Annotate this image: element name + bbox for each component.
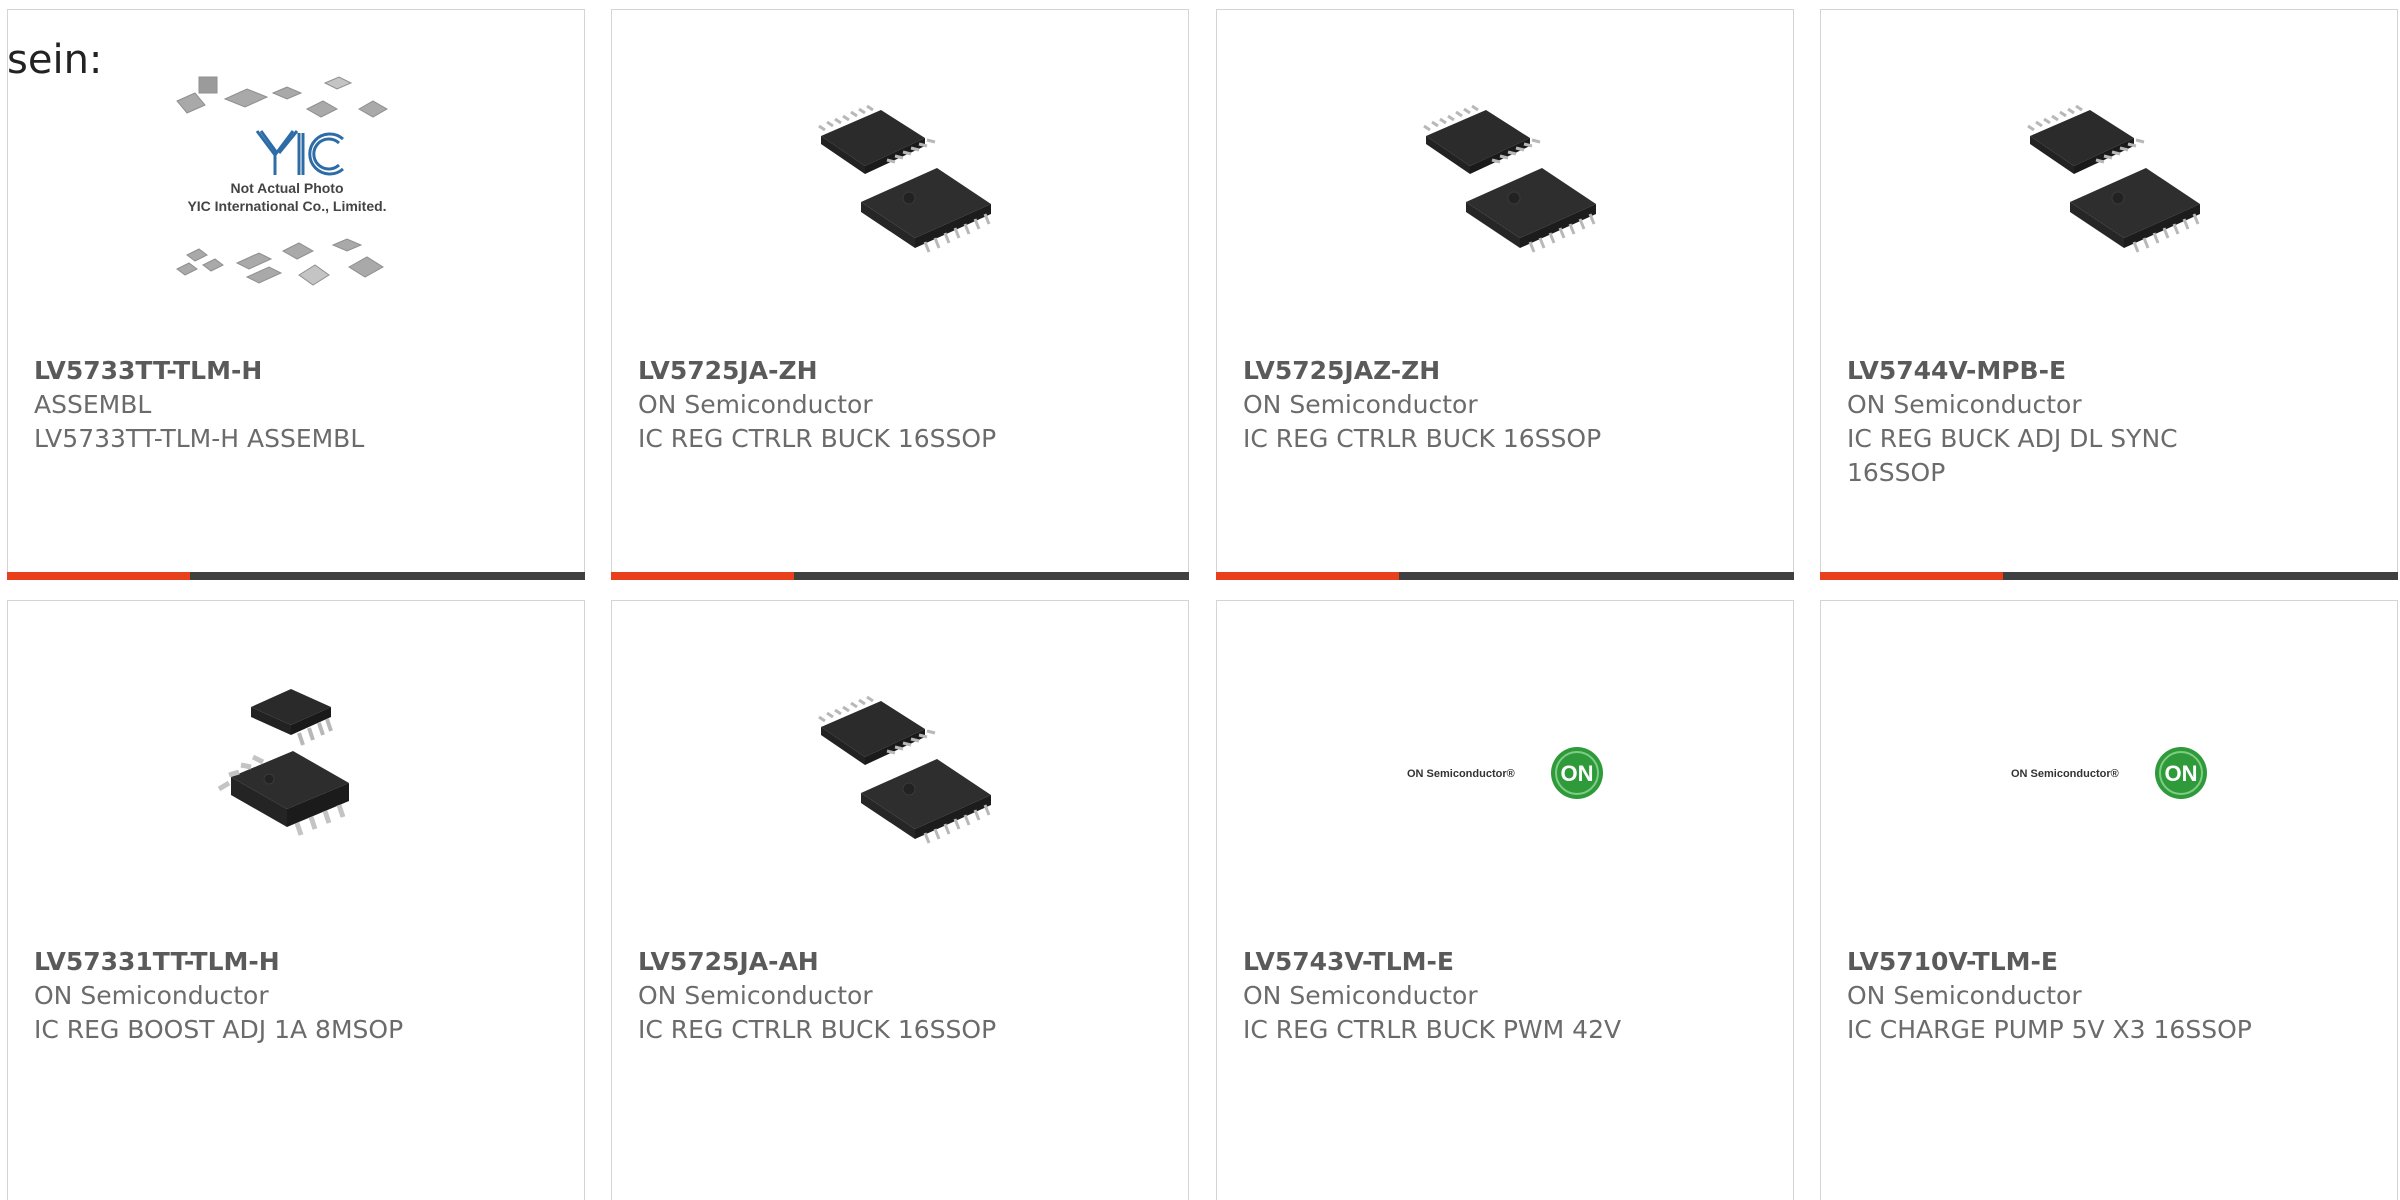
product-image-ssop16[interactable] bbox=[2010, 80, 2210, 280]
product-info: LV5743V-TLM-E ON Semiconductor IC REG CT… bbox=[1243, 945, 1773, 1047]
manufacturer-name: ON Semiconductor bbox=[638, 981, 873, 1010]
svg-text:Not Actual Photo: Not Actual Photo bbox=[230, 180, 343, 196]
svg-text:ON: ON bbox=[2165, 761, 2198, 786]
product-description: IC REG CTRLR BUCK PWM 42V bbox=[1243, 1015, 1622, 1044]
product-card[interactable]: LV5744V-MPB-E ON Semiconductor IC REG BU… bbox=[1820, 9, 2398, 580]
product-image-ssop16[interactable] bbox=[801, 80, 1001, 280]
product-info: LV5725JA-AH ON Semiconductor IC REG CTRL… bbox=[638, 945, 1168, 1047]
part-number-link[interactable]: LV5743V-TLM-E bbox=[1243, 945, 1773, 979]
product-card[interactable]: LV5725JA-ZH ON Semiconductor IC REG CTRL… bbox=[611, 9, 1189, 580]
product-info: LV5725JA-ZH ON Semiconductor IC REG CTRL… bbox=[638, 354, 1168, 456]
product-info: LV5744V-MPB-E ON Semiconductor IC REG BU… bbox=[1847, 354, 2377, 490]
product-description: IC REG CTRLR BUCK 16SSOP bbox=[1243, 424, 1602, 453]
product-card[interactable]: Not Actual Photo YIC International Co., … bbox=[7, 9, 585, 580]
part-number-link[interactable]: LV5744V-MPB-E bbox=[1847, 354, 2377, 388]
product-info: LV5733TT-TLM-H ASSEMBL LV5733TT-TLM-H AS… bbox=[34, 354, 564, 456]
product-card[interactable]: LV5725JAZ-ZH ON Semiconductor IC REG CTR… bbox=[1216, 9, 1794, 580]
on-semiconductor-logo-image[interactable]: ON Semiconductor® ON bbox=[2007, 671, 2227, 871]
product-image-ssop16[interactable] bbox=[1406, 80, 1606, 280]
manufacturer-name: ASSEMBL bbox=[34, 390, 152, 419]
product-card[interactable]: ON Semiconductor® ON LV5710V-TLM-E ON Se… bbox=[1820, 600, 2398, 1200]
part-number-link[interactable]: LV57331TT-TLM-H bbox=[34, 945, 564, 979]
on-semiconductor-logo-image[interactable]: ON Semiconductor® ON bbox=[1403, 671, 1623, 871]
part-number-link[interactable]: LV5733TT-TLM-H bbox=[34, 354, 564, 388]
manufacturer-name: ON Semiconductor bbox=[1847, 981, 2082, 1010]
product-description: IC REG BUCK ADJ DL SYNC 16SSOP bbox=[1847, 424, 2178, 487]
product-description: IC REG BOOST ADJ 1A 8MSOP bbox=[34, 1015, 404, 1044]
product-card[interactable]: ON Semiconductor® ON LV5743V-TLM-E ON Se… bbox=[1216, 600, 1794, 1200]
manufacturer-name: ON Semiconductor bbox=[638, 390, 873, 419]
part-number-link[interactable]: LV5725JA-AH bbox=[638, 945, 1168, 979]
product-description: LV5733TT-TLM-H ASSEMBL bbox=[34, 424, 365, 453]
product-description: IC CHARGE PUMP 5V X3 16SSOP bbox=[1847, 1015, 2252, 1044]
manufacturer-name: ON Semiconductor bbox=[34, 981, 269, 1010]
product-description: IC REG CTRLR BUCK 16SSOP bbox=[638, 424, 997, 453]
manufacturer-name: ON Semiconductor bbox=[1243, 390, 1478, 419]
product-info: LV5725JAZ-ZH ON Semiconductor IC REG CTR… bbox=[1243, 354, 1773, 456]
svg-text:ON Semiconductor®: ON Semiconductor® bbox=[1407, 768, 1515, 780]
card-accent-bar bbox=[1216, 572, 1794, 580]
product-image-placeholder[interactable]: Not Actual Photo YIC International Co., … bbox=[176, 76, 397, 286]
product-info: LV5710V-TLM-E ON Semiconductor IC CHARGE… bbox=[1847, 945, 2377, 1047]
product-image-msop8[interactable] bbox=[197, 671, 397, 871]
svg-text:ON Semiconductor®: ON Semiconductor® bbox=[2011, 768, 2119, 780]
product-description: IC REG CTRLR BUCK 16SSOP bbox=[638, 1015, 997, 1044]
card-accent-bar bbox=[611, 572, 1189, 580]
product-grid: Not Actual Photo YIC International Co., … bbox=[0, 0, 2400, 1200]
product-card[interactable]: LV5725JA-AH ON Semiconductor IC REG CTRL… bbox=[611, 600, 1189, 1200]
part-number-link[interactable]: LV5710V-TLM-E bbox=[1847, 945, 2377, 979]
card-accent-bar bbox=[1820, 572, 2398, 580]
manufacturer-name: ON Semiconductor bbox=[1847, 390, 2082, 419]
part-number-link[interactable]: LV5725JA-ZH bbox=[638, 354, 1168, 388]
product-info: LV57331TT-TLM-H ON Semiconductor IC REG … bbox=[34, 945, 564, 1047]
heading-fragment: sein: bbox=[7, 37, 103, 83]
svg-text:YIC International Co., Limited: YIC International Co., Limited. bbox=[187, 198, 386, 214]
product-card[interactable]: LV57331TT-TLM-H ON Semiconductor IC REG … bbox=[7, 600, 585, 1200]
part-number-link[interactable]: LV5725JAZ-ZH bbox=[1243, 354, 1773, 388]
svg-text:ON: ON bbox=[1561, 761, 1594, 786]
product-image-ssop16[interactable] bbox=[801, 671, 1001, 871]
manufacturer-name: ON Semiconductor bbox=[1243, 981, 1478, 1010]
card-accent-bar bbox=[7, 572, 585, 580]
